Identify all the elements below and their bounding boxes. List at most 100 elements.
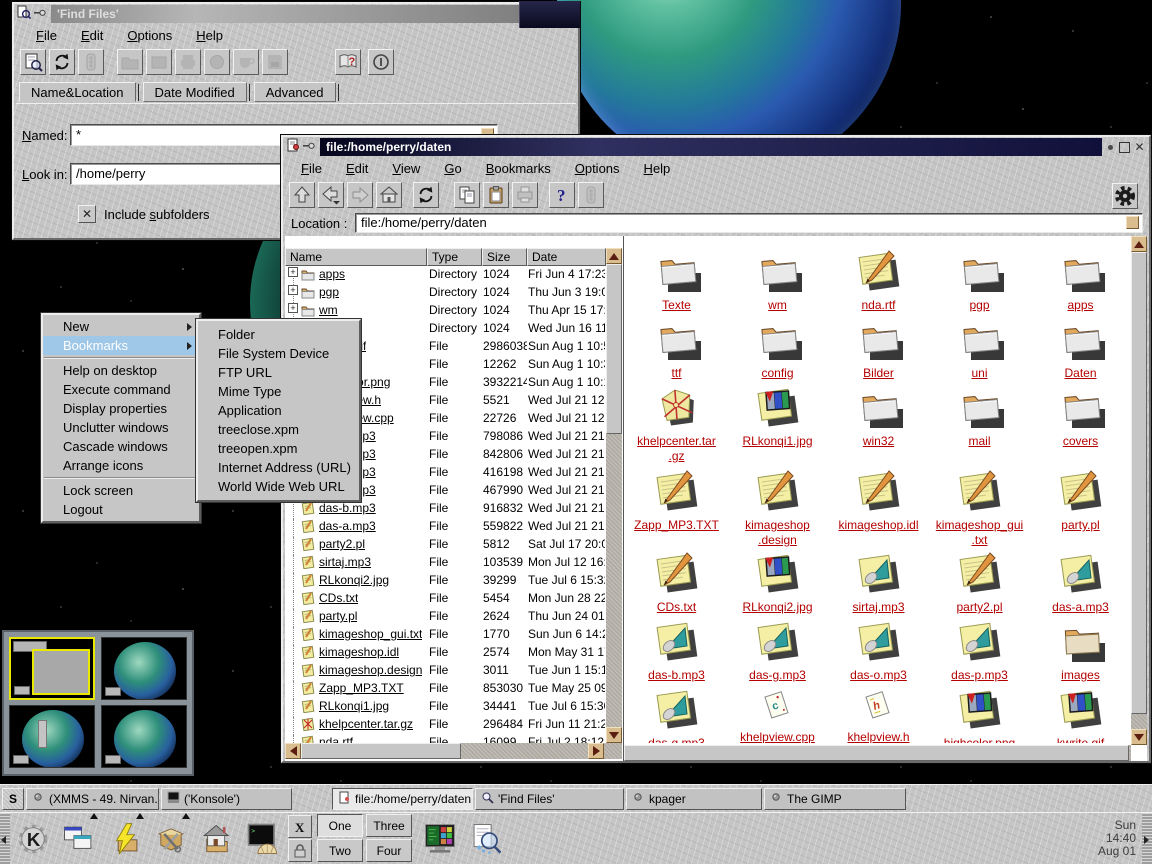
panel-kfind-button[interactable] xyxy=(463,815,509,863)
menu-edit[interactable]: Edit xyxy=(336,159,378,178)
menu-item-treeclose-xpm[interactable]: treeclose.xpm xyxy=(198,420,359,439)
file-icon-item[interactable]: wm xyxy=(727,246,828,314)
panel-home-folder-button[interactable] xyxy=(194,815,240,863)
file-icon-item[interactable]: Bilder xyxy=(828,314,929,382)
menu-item-arrange-icons[interactable]: Arrange icons xyxy=(43,456,199,475)
file-icon-item[interactable]: das-o.mp3 xyxy=(828,616,929,684)
file-label[interactable]: das-p.mp3 xyxy=(951,668,1008,683)
file-label[interactable]: CDs.txt xyxy=(657,600,696,615)
file-label[interactable]: .txt xyxy=(971,533,987,548)
file-label[interactable]: ttf xyxy=(671,366,681,381)
about-button[interactable] xyxy=(368,49,394,75)
file-icon-item[interactable]: ttf xyxy=(626,314,727,382)
pager-desktop-3[interactable] xyxy=(9,705,95,768)
file-label[interactable]: khelpview.cpp xyxy=(740,730,815,743)
menu-view[interactable]: View xyxy=(382,159,430,178)
tree-row[interactable]: das-b.mp3File916832Wed Jul 21 21:04 xyxy=(285,500,606,518)
file-label[interactable]: RLkonqi2.jpg xyxy=(742,600,812,615)
paste-button[interactable] xyxy=(483,182,509,208)
panel-winlist-button[interactable] xyxy=(56,815,102,863)
refresh-button[interactable] xyxy=(49,49,75,75)
menu-item-treeopen-xpm[interactable]: treeopen.xpm xyxy=(198,439,359,458)
file-link[interactable]: party2.pl xyxy=(319,537,365,551)
desktop-button-one[interactable]: One xyxy=(317,814,363,837)
file-icon-item[interactable]: party.pl xyxy=(1030,466,1131,548)
file-link[interactable]: apps xyxy=(319,267,345,281)
tree-row[interactable]: +appsDirectory1024Fri Jun 4 17:23 xyxy=(285,266,606,284)
menu-item-folder[interactable]: Folder xyxy=(198,325,359,344)
gear-throbber-button[interactable] xyxy=(1112,183,1138,209)
tree-vscroll-thumb[interactable] xyxy=(606,264,622,434)
menu-item-unclutter-windows[interactable]: Unclutter windows xyxy=(43,418,199,437)
task-button[interactable]: ('Konsole') xyxy=(161,788,292,810)
tab-name-location[interactable]: Name&Location xyxy=(19,82,136,102)
tree-row[interactable]: kimageshop.idlFile2574Mon May 31 17:46 xyxy=(285,644,606,662)
menu-item-world-wide-web-url[interactable]: World Wide Web URL xyxy=(198,477,359,496)
taskbar-show-button[interactable]: S xyxy=(2,788,24,810)
file-label[interactable]: Texte xyxy=(662,298,691,313)
pager-window-thumb[interactable] xyxy=(32,649,90,695)
panel-bolt-button[interactable] xyxy=(102,815,148,863)
file-link[interactable]: CDs.txt xyxy=(319,591,358,605)
menu-edit[interactable]: Edit xyxy=(71,26,113,45)
file-link[interactable]: khelpcenter.tar.gz xyxy=(319,717,413,731)
arrow-up-button[interactable] xyxy=(289,182,315,208)
book-help-button[interactable]: ? xyxy=(335,49,361,75)
file-link[interactable]: RLkonqi1.jpg xyxy=(319,699,389,713)
pager-desktop-2[interactable] xyxy=(101,637,187,700)
expand-toggle[interactable]: + xyxy=(288,303,298,313)
tree-row[interactable]: Zapp_MP3.TXTFile853030Tue May 25 09:12 xyxy=(285,680,606,698)
panel-monitor-button[interactable] xyxy=(417,815,463,863)
minimize-button[interactable] xyxy=(1108,145,1113,150)
tree-scroll-right-button[interactable] xyxy=(588,743,604,759)
tree-hscroll-thumb[interactable] xyxy=(301,743,461,759)
task-button[interactable]: file:/home/perry/daten xyxy=(332,788,473,810)
file-icon-item[interactable]: party2.pl xyxy=(929,548,1030,616)
file-icon-item[interactable]: hkhelpview.h xyxy=(828,684,929,743)
file-icon-item[interactable]: sirtaj.mp3 xyxy=(828,548,929,616)
menu-item-display-properties[interactable]: Display properties xyxy=(43,399,199,418)
desktop-button-three[interactable]: Three xyxy=(366,814,412,837)
file-label[interactable]: .gz xyxy=(668,449,684,464)
file-label[interactable]: party2.pl xyxy=(956,600,1002,615)
tree-row[interactable]: RLkonqi1.jpgFile34441Tue Jul 6 15:30 xyxy=(285,698,606,716)
column-header-date[interactable]: Date xyxy=(527,248,606,266)
file-icon-item[interactable]: images xyxy=(1030,616,1131,684)
box-sil-button[interactable] xyxy=(146,49,172,75)
file-icon-item[interactable]: pgp xyxy=(929,246,1030,314)
file-icon-item[interactable]: kimageshop.idl xyxy=(828,466,929,548)
file-link[interactable]: sirtaj.mp3 xyxy=(319,555,371,569)
file-label[interactable]: uni xyxy=(971,366,987,381)
arrow-back-button[interactable] xyxy=(318,182,344,208)
desktop-button-two[interactable]: Two xyxy=(317,839,363,862)
file-icon-item[interactable]: highcolor.png xyxy=(929,684,1030,743)
file-label[interactable]: RLkonqi1.jpg xyxy=(742,434,812,449)
file-link[interactable]: party.pl xyxy=(319,609,357,623)
column-header-type[interactable]: Type xyxy=(427,248,482,266)
expand-toggle[interactable]: + xyxy=(288,285,298,295)
file-label[interactable]: Zapp_MP3.TXT xyxy=(634,518,719,533)
menu-item-logout[interactable]: Logout xyxy=(43,500,199,519)
tree-row[interactable]: kimageshop_gui.txtFile1770Sun Jun 6 14:2… xyxy=(285,626,606,644)
tree-row[interactable]: khelpcenter.tar.gzFile296484Fri Jun 11 2… xyxy=(285,716,606,734)
menu-file[interactable]: File xyxy=(291,159,332,178)
file-label[interactable]: khelpview.h xyxy=(847,730,909,743)
file-label[interactable]: Daten xyxy=(1064,366,1096,381)
icons-scroll-down-button[interactable] xyxy=(1131,729,1147,745)
file-icon-item[interactable]: win32 xyxy=(828,382,929,466)
panel-hide-right[interactable] xyxy=(1142,813,1152,864)
pager-mini-button[interactable] xyxy=(105,687,121,696)
copy-button[interactable] xyxy=(454,182,480,208)
pin-icon[interactable] xyxy=(303,138,317,156)
file-link[interactable]: das-b.mp3 xyxy=(319,501,376,515)
file-label[interactable]: kimageshop_gui xyxy=(936,518,1023,533)
print-button[interactable] xyxy=(512,182,538,208)
file-label[interactable]: wm xyxy=(768,298,787,313)
file-label[interactable]: pgp xyxy=(969,298,989,313)
tree-row[interactable]: CDs.txtFile5454Mon Jun 28 22:15 xyxy=(285,590,606,608)
file-icon-item[interactable]: kimageshop.design xyxy=(727,466,828,548)
tree-row[interactable]: party.plFile2624Thu Jun 24 01:38 xyxy=(285,608,606,626)
file-icon-item[interactable]: Daten xyxy=(1030,314,1131,382)
file-label[interactable]: das-b.mp3 xyxy=(648,668,705,683)
icons-scroll-up-button[interactable] xyxy=(1131,236,1147,252)
